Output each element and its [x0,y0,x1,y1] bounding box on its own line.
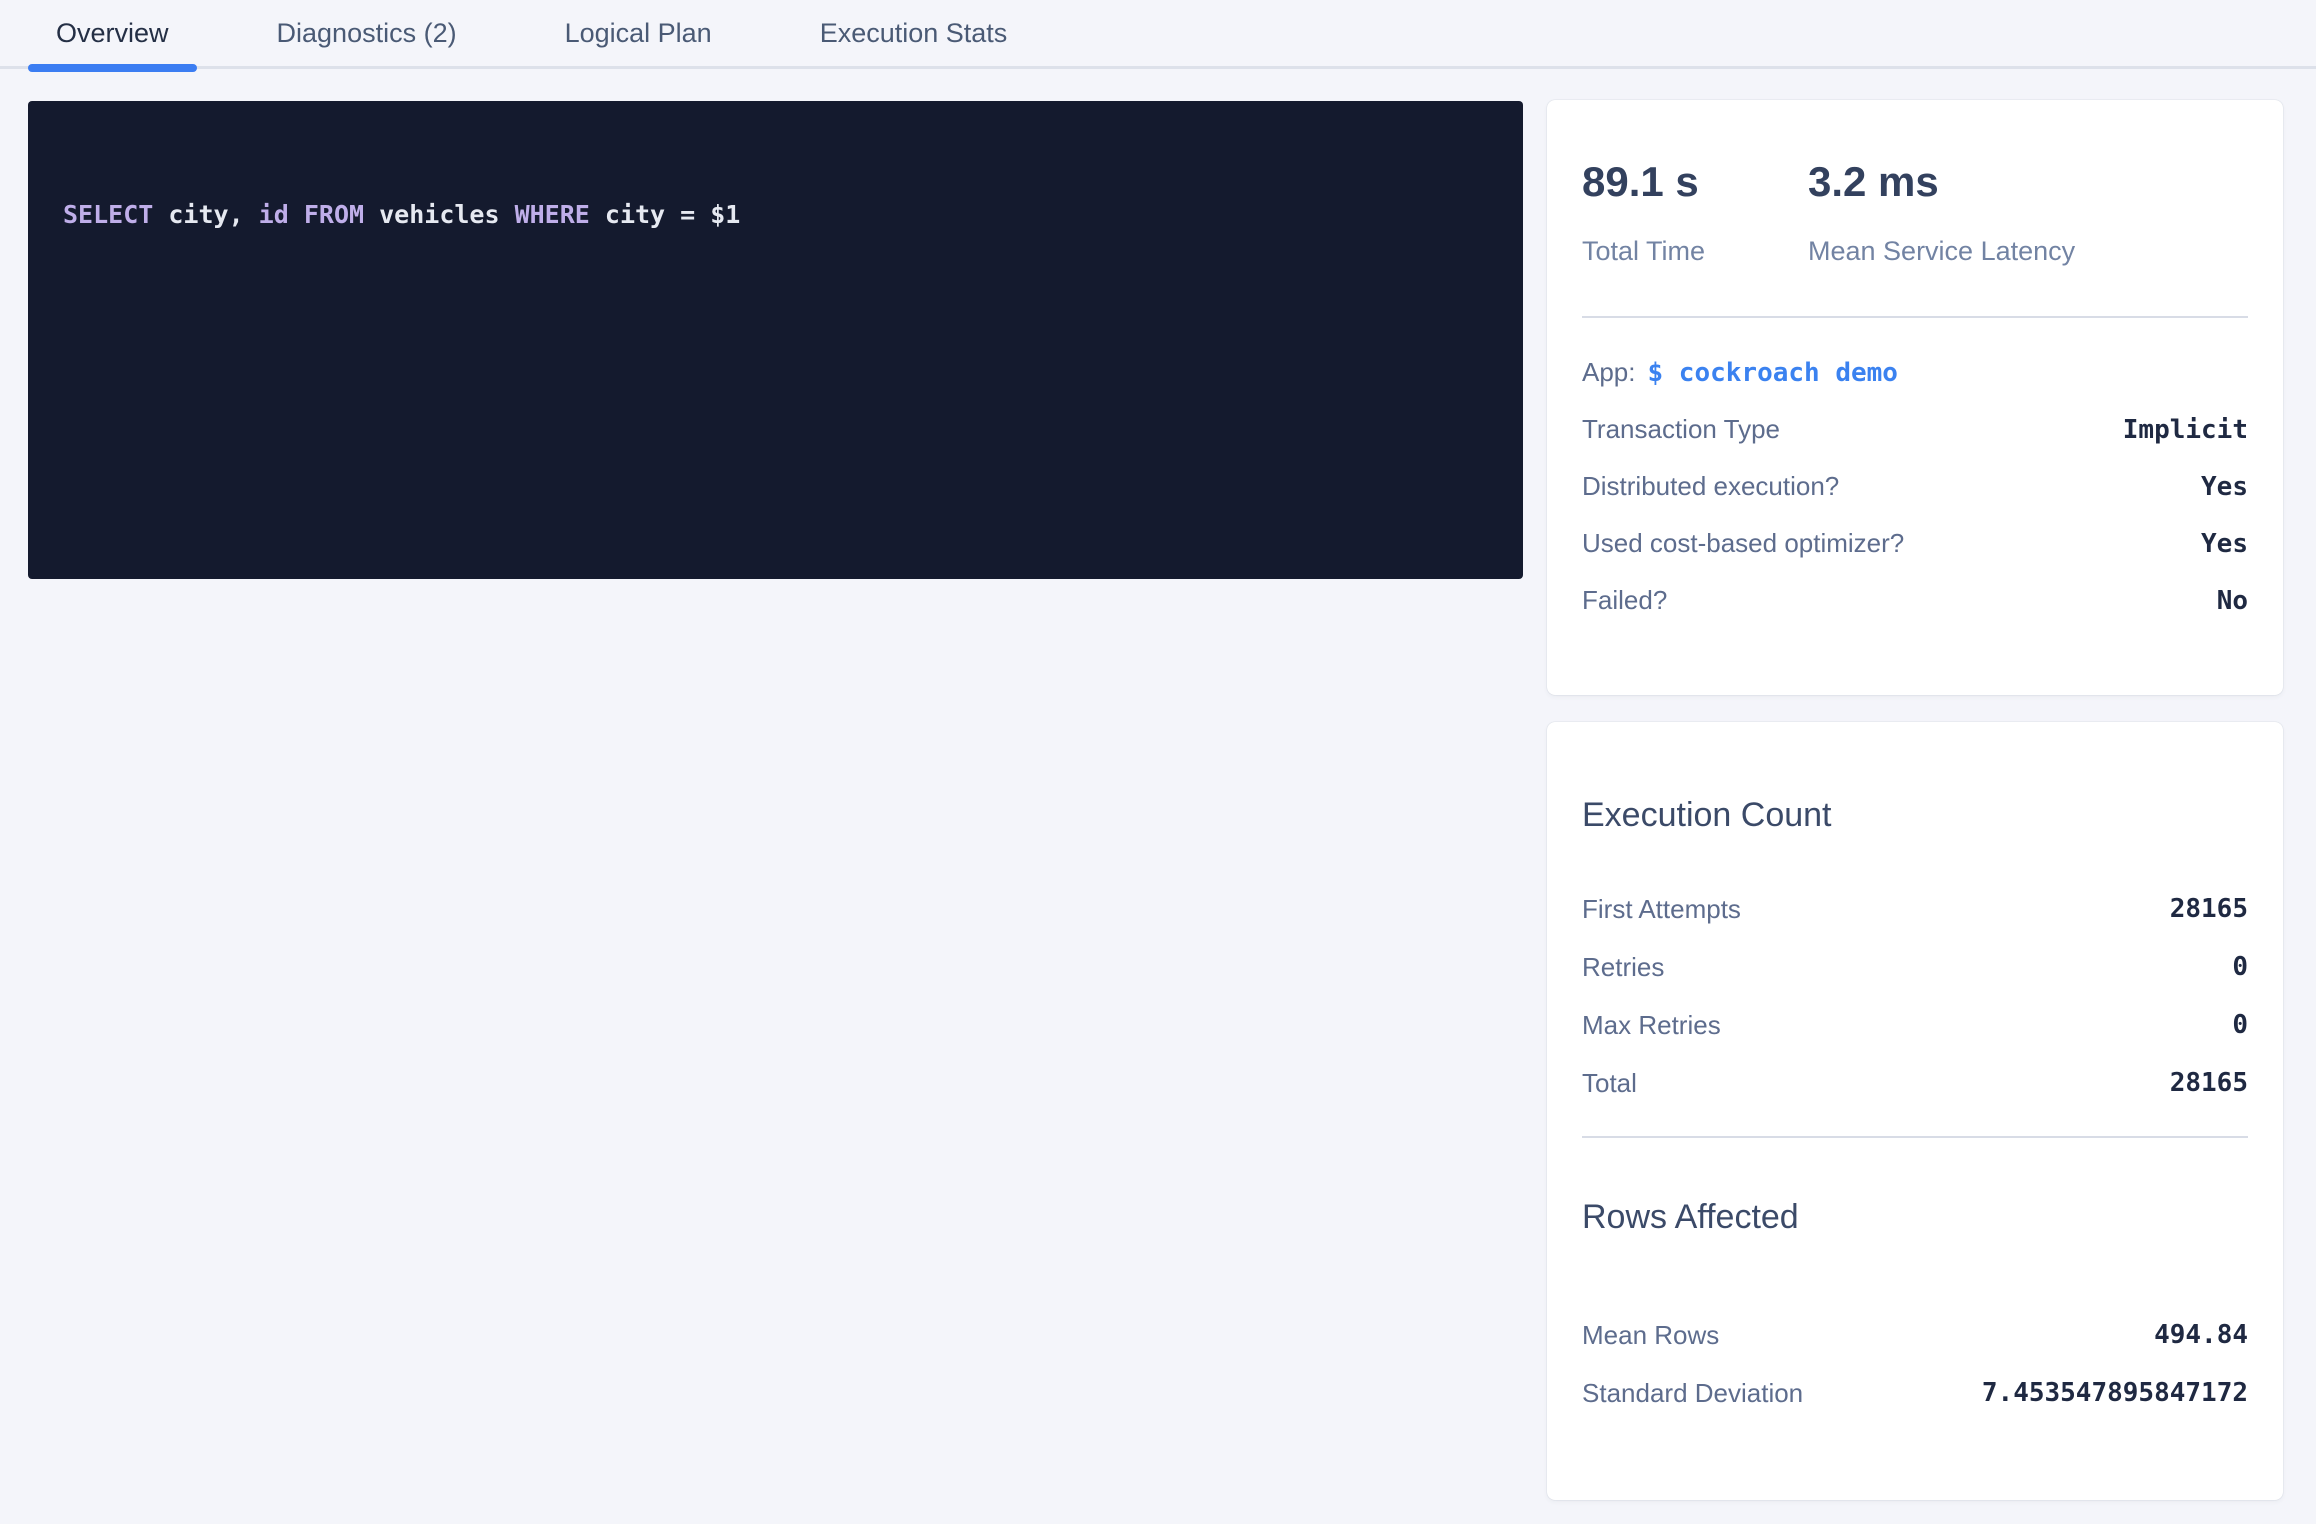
cost-based-optimizer-label: Used cost-based optimizer? [1582,528,1904,559]
tab-execution-stats[interactable]: Execution Stats [792,0,1036,66]
sql-token: vehicles [364,200,515,229]
distributed-execution-label: Distributed execution? [1582,471,1839,502]
failed-label: Failed? [1582,585,1667,616]
mean-service-latency-value: 3.2 ms [1808,158,2034,206]
summary-details: App: $ cockroach demo Transaction Type I… [1582,344,2248,629]
sql-token: id [259,200,289,229]
statement-summary-card: 89.1 s Total Time 3.2 ms Mean Service La… [1547,100,2283,695]
cost-based-optimizer-value: Yes [2201,529,2248,559]
total-label: Total [1582,1068,1637,1099]
sql-query: SELECT city, id FROM vehicles WHERE city… [63,199,1488,230]
execution-count-title: Execution Count [1582,722,2248,836]
first-attempts-label: First Attempts [1582,894,1741,925]
app-row: App: $ cockroach demo [1582,344,2248,401]
failed-row: Failed? No [1582,572,2248,629]
transaction-type-value: Implicit [2123,415,2248,445]
mean-service-latency-label: Mean Service Latency [1808,234,2034,268]
retries-value: 0 [2232,952,2248,982]
first-attempts-value: 28165 [2170,894,2248,924]
max-retries-row: Max Retries 0 [1582,996,2248,1054]
sql-token [289,200,304,229]
tab-logical-plan[interactable]: Logical Plan [537,0,740,66]
standard-deviation-row: Standard Deviation 7.453547895847172 [1582,1364,2248,1422]
metric-mean-service-latency: 3.2 ms Mean Service Latency [1808,158,2034,268]
app-label: App: [1582,357,1636,388]
mean-rows-label: Mean Rows [1582,1320,1719,1351]
total-value: 28165 [2170,1068,2248,1098]
total-time-value: 89.1 s [1582,158,1808,206]
retries-label: Retries [1582,952,1664,983]
sql-statement-box: SELECT city, id FROM vehicles WHERE city… [28,101,1523,579]
app-link[interactable]: $ cockroach demo [1648,358,1898,388]
transaction-type-label: Transaction Type [1582,414,1780,445]
rows-affected-title: Rows Affected [1582,1138,2248,1238]
sql-token: city = $1 [590,200,741,229]
metric-total-time: 89.1 s Total Time [1582,158,1808,268]
summary-divider [1582,316,2248,318]
mean-rows-row: Mean Rows 494.84 [1582,1306,2248,1364]
summary-metrics: 89.1 s Total Time 3.2 ms Mean Service La… [1582,100,2248,268]
tab-diagnostics[interactable]: Diagnostics (2) [249,0,485,66]
rows-affected-rows: Mean Rows 494.84 Standard Deviation 7.45… [1582,1306,2248,1422]
distributed-execution-value: Yes [2201,472,2248,502]
cost-based-optimizer-row: Used cost-based optimizer? Yes [1582,515,2248,572]
standard-deviation-value: 7.453547895847172 [1982,1378,2248,1408]
sql-token: SELECT [63,200,153,229]
transaction-type-row: Transaction Type Implicit [1582,401,2248,458]
max-retries-label: Max Retries [1582,1010,1721,1041]
first-attempts-row: First Attempts 28165 [1582,880,2248,938]
sql-token: city, [153,200,258,229]
mean-rows-value: 494.84 [2154,1320,2248,1350]
total-row: Total 28165 [1582,1054,2248,1112]
tab-overview[interactable]: Overview [28,0,197,66]
standard-deviation-label: Standard Deviation [1582,1378,1803,1409]
sql-token: FROM [304,200,364,229]
total-time-label: Total Time [1582,234,1808,268]
execution-count-rows: First Attempts 28165 Retries 0 Max Retri… [1582,880,2248,1112]
statement-tabs: Overview Diagnostics (2) Logical Plan Ex… [0,0,2316,69]
distributed-execution-row: Distributed execution? Yes [1582,458,2248,515]
execution-stats-card: Execution Count First Attempts 28165 Ret… [1547,722,2283,1500]
retries-row: Retries 0 [1582,938,2248,996]
sql-token: WHERE [515,200,590,229]
failed-value: No [2217,586,2248,616]
max-retries-value: 0 [2232,1010,2248,1040]
